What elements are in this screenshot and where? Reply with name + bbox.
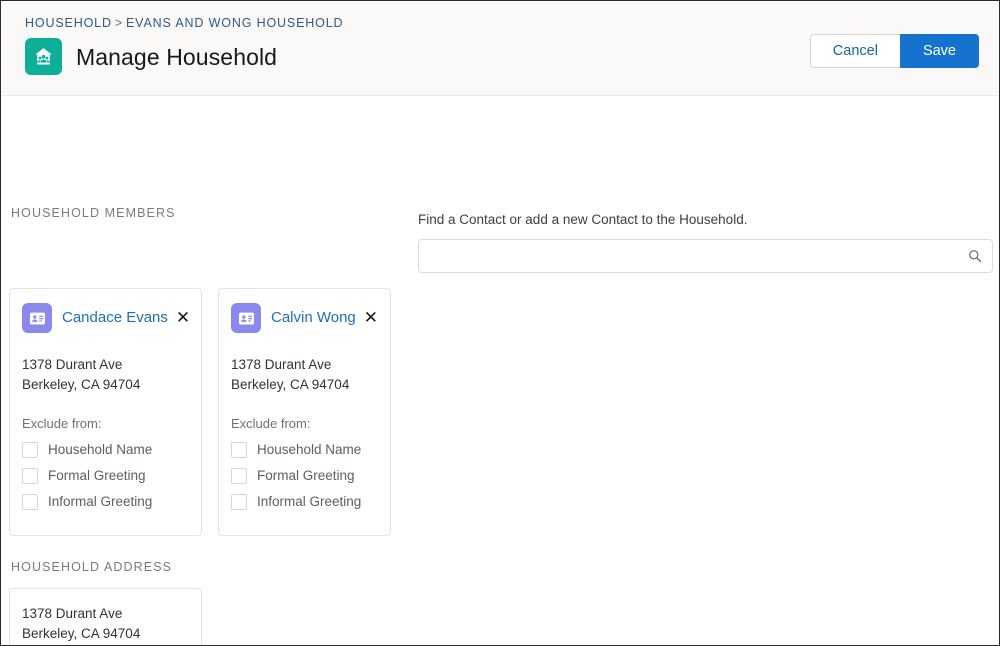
exclude-from-label: Exclude from:	[231, 416, 311, 431]
checkbox-household-name-label: Household Name	[257, 442, 362, 457]
member-name-link[interactable]: Candace Evans	[62, 308, 168, 328]
checkbox-informal-greeting[interactable]	[231, 494, 247, 510]
member-address-line-2: Berkeley, CA 94704	[231, 377, 350, 392]
household-members-list: Candace Evans ✕ 1378 Durant Ave Berkeley…	[9, 288, 391, 536]
member-address-line-2: Berkeley, CA 94704	[22, 377, 141, 392]
checkbox-informal-greeting-label: Informal Greeting	[48, 494, 153, 509]
exclude-household-name-row[interactable]: Household Name	[22, 441, 189, 459]
checkbox-household-name[interactable]	[231, 442, 247, 458]
exclude-informal-greeting-row[interactable]: Informal Greeting	[22, 493, 189, 511]
exclude-household-name-row[interactable]: Household Name	[231, 441, 378, 459]
checkbox-informal-greeting-label: Informal Greeting	[257, 494, 362, 509]
checkbox-informal-greeting[interactable]	[22, 494, 38, 510]
member-card: Calvin Wong ✕ 1378 Durant Ave Berkeley, …	[218, 288, 391, 536]
checkbox-household-name[interactable]	[22, 442, 38, 458]
member-card-header: Candace Evans ✕	[22, 303, 190, 333]
contact-card-icon	[231, 303, 261, 333]
header-actions: Cancel Save	[809, 34, 979, 68]
page-title: Manage Household	[76, 43, 278, 70]
exclude-formal-greeting-row[interactable]: Formal Greeting	[22, 467, 189, 485]
save-button[interactable]: Save	[899, 34, 979, 68]
contact-search-section: Find a Contact or add a new Contact to t…	[418, 210, 993, 273]
remove-member-icon[interactable]: ✕	[364, 310, 378, 327]
breadcrumb-parent-link[interactable]: HOUSEHOLD	[25, 16, 112, 30]
breadcrumb-separator: >	[114, 16, 123, 30]
household-address-line-2: Berkeley, CA 94704	[22, 626, 141, 641]
page-header: HOUSEHOLD > EVANS AND WONG HOUSEHOLD Manag…	[1, 1, 999, 96]
remove-member-icon[interactable]: ✕	[176, 310, 190, 327]
cancel-button[interactable]: Cancel	[809, 34, 900, 68]
household-address-section-label: HOUSEHOLD ADDRESS	[11, 560, 173, 574]
breadcrumb-current[interactable]: EVANS AND WONG HOUSEHOLD	[126, 16, 343, 30]
member-card-header: Calvin Wong ✕	[231, 303, 378, 333]
household-members-section-label: HOUSEHOLD MEMBERS	[11, 206, 176, 220]
breadcrumb: HOUSEHOLD > EVANS AND WONG HOUSEHOLD	[25, 15, 979, 31]
checkbox-formal-greeting[interactable]	[22, 468, 38, 484]
checkbox-formal-greeting-label: Formal Greeting	[48, 468, 146, 483]
contact-search-help-text: Find a Contact or add a new Contact to t…	[418, 212, 748, 227]
member-name-link[interactable]: Calvin Wong	[271, 308, 356, 328]
manage-household-page: HOUSEHOLD > EVANS AND WONG HOUSEHOLD Manag…	[0, 0, 1000, 646]
checkbox-household-name-label: Household Name	[48, 442, 153, 457]
checkbox-formal-greeting[interactable]	[231, 468, 247, 484]
checkbox-formal-greeting-label: Formal Greeting	[257, 468, 355, 483]
member-address-line-1: 1378 Durant Ave	[22, 357, 123, 372]
search-magnifier-icon[interactable]	[966, 247, 984, 265]
contact-card-icon	[22, 303, 52, 333]
page-body: HOUSEHOLD MEMBERS Candace Evans ✕ 1378 D…	[1, 96, 999, 645]
search-input[interactable]	[419, 240, 992, 272]
member-card: Candace Evans ✕ 1378 Durant Ave Berkeley…	[9, 288, 202, 536]
exclude-formal-greeting-row[interactable]: Formal Greeting	[231, 467, 378, 485]
contact-search-field[interactable]	[418, 239, 993, 273]
exclude-informal-greeting-row[interactable]: Informal Greeting	[231, 493, 378, 511]
household-house-people-icon	[25, 38, 62, 75]
household-address-card: 1378 Durant Ave Berkeley, CA 94704 Chang…	[9, 588, 202, 645]
household-address-line-1: 1378 Durant Ave	[22, 606, 123, 621]
exclude-from-label: Exclude from:	[22, 416, 102, 431]
member-address-line-1: 1378 Durant Ave	[231, 357, 332, 372]
